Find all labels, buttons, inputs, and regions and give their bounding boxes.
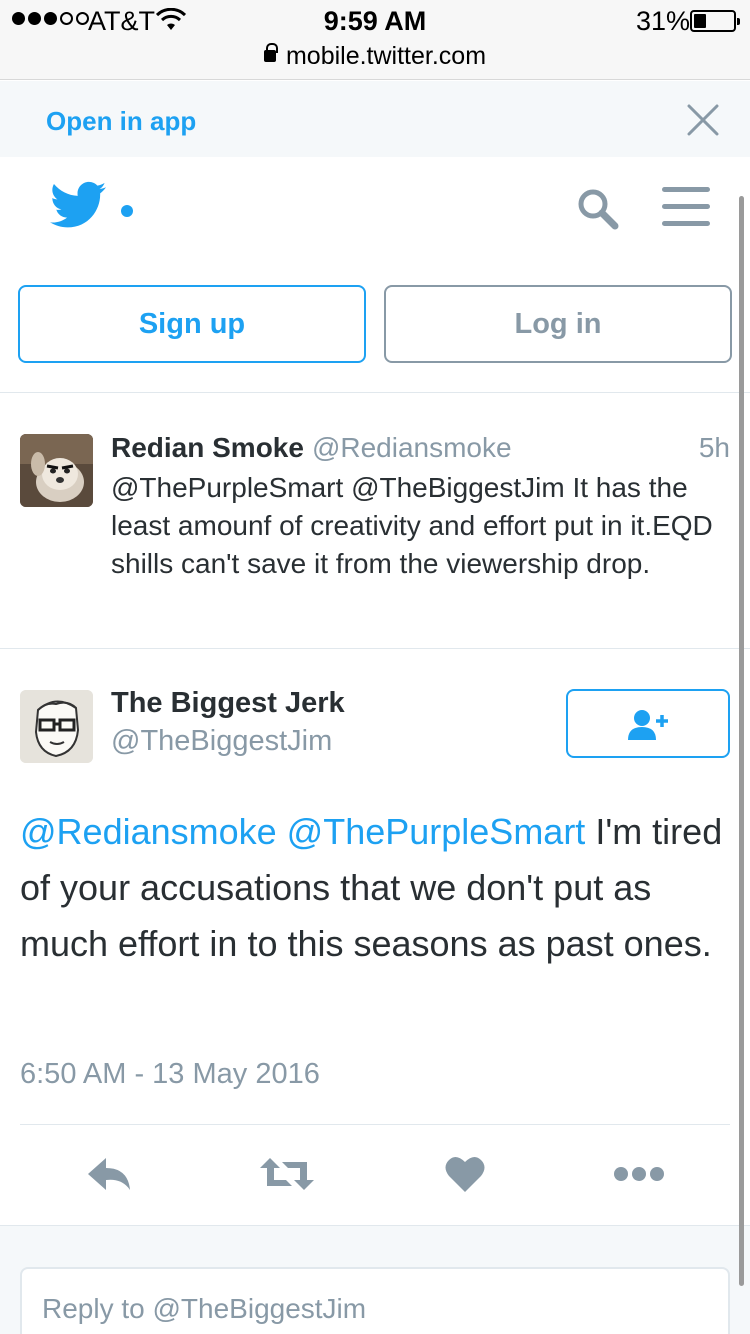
author-name: Redian Smoke xyxy=(111,432,304,463)
author-handle: @Rediansmoke xyxy=(311,432,512,463)
notification-dot xyxy=(121,205,133,217)
site-header xyxy=(0,157,750,267)
open-in-app-banner: Open in app xyxy=(0,81,750,157)
twitter-bird-icon[interactable] xyxy=(50,181,106,229)
tweet-author[interactable]: Redian Smoke @Rediansmoke xyxy=(111,432,512,464)
reply-placeholder: Reply to @TheBiggestJim xyxy=(42,1293,367,1324)
sign-up-button[interactable]: Sign up xyxy=(18,285,366,363)
reply-input[interactable]: Reply to @TheBiggestJim xyxy=(20,1267,730,1334)
tweet-time[interactable]: 5h xyxy=(690,432,730,464)
divider xyxy=(20,1124,730,1125)
lock-icon xyxy=(263,43,278,62)
battery-icon xyxy=(690,10,740,32)
tweet-author-handle[interactable]: @TheBiggestJim xyxy=(111,725,332,758)
tweet-text: @Rediansmoke @ThePurpleSmart I'm tired o… xyxy=(20,804,735,972)
tweet-text: @ThePurpleSmart @TheBiggestJim It has th… xyxy=(111,472,713,579)
menu-icon[interactable] xyxy=(662,187,710,227)
tweet-timestamp[interactable]: 6:50 AM - 13 May 2016 xyxy=(20,1058,320,1091)
status-bar: AT&T 9:59 AM 31% mobile.twitter.com xyxy=(0,0,750,80)
open-in-app-link[interactable]: Open in app xyxy=(46,106,196,137)
log-in-button[interactable]: Log in xyxy=(384,285,732,363)
search-icon[interactable] xyxy=(576,187,620,231)
tweet-mentions[interactable]: @Rediansmoke @ThePurpleSmart xyxy=(20,811,585,852)
follow-button[interactable] xyxy=(566,689,730,758)
divider xyxy=(0,648,750,649)
avatar[interactable] xyxy=(20,434,93,507)
scrollbar[interactable] xyxy=(739,196,744,1286)
url-bar[interactable]: mobile.twitter.com xyxy=(0,42,750,71)
avatar[interactable] xyxy=(20,690,93,763)
like-icon[interactable] xyxy=(445,1156,485,1192)
more-icon[interactable] xyxy=(612,1150,666,1198)
url-text: mobile.twitter.com xyxy=(285,42,487,70)
battery-percent: 31% xyxy=(636,6,691,36)
tweet-author-name[interactable]: The Biggest Jerk xyxy=(111,687,345,720)
follow-icon xyxy=(628,710,668,740)
divider xyxy=(0,392,750,393)
close-icon[interactable] xyxy=(686,103,720,137)
retweet-icon[interactable] xyxy=(258,1150,316,1198)
reply-area: Reply to @TheBiggestJim xyxy=(0,1225,750,1334)
reply-icon[interactable] xyxy=(86,1150,132,1198)
